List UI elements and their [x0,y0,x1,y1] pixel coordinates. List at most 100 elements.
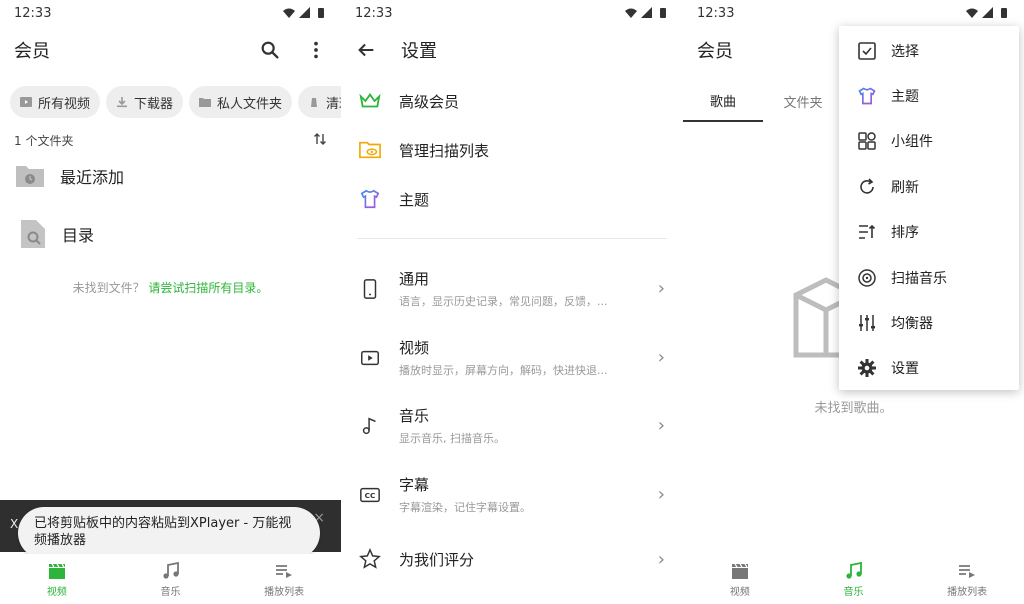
playlist-icon [274,561,294,581]
crown-icon [359,90,381,112]
app-bar: 会员 [0,28,341,72]
settings-item-subtitle[interactable]: CC 字幕 字幕渲染，记住字幕设置。 › [359,474,665,515]
search-icon[interactable] [259,39,281,61]
scan-all-link[interactable]: 请尝试扫描所有目录。 [148,281,268,295]
chip-all-videos[interactable]: 所有视频 [10,86,101,118]
closed-caption-icon: CC [359,484,381,506]
divider [357,238,667,239]
refresh-icon [857,177,877,197]
settings-item-general[interactable]: 通用 语言，显示历史记录，常见问题，反馈，... › [359,268,665,309]
wifi-icon [283,8,295,18]
sort-icon [857,222,877,242]
more-vert-icon[interactable] [305,39,327,61]
status-bar: 12:33 [341,0,683,26]
status-time: 12:33 [355,5,393,21]
signal-icon [641,7,652,18]
playlist-icon [957,561,977,581]
chevron-right-icon: › [657,484,665,505]
status-bar: 12:33 [683,0,1024,26]
video-play-icon [359,347,381,369]
menu-item-refresh[interactable]: 刷新 [839,164,1019,209]
chevron-right-icon: › [657,415,665,436]
music-library-screen: 12:33 会员 歌曲 文件夹 未找到歌曲。 选择 主题 小组件 刷新 排序 扫… [683,0,1024,604]
menu-item-equalizer[interactable]: 均衡器 [839,300,1019,345]
broom-icon [311,98,318,107]
chevron-right-icon: › [657,347,665,368]
video-icon [20,97,32,107]
sort-icon[interactable] [313,132,327,146]
settings-screen: 12:33 设置 高级会员 管理扫描列表 主题 通用 语言，显示历史记录，常见问… [341,0,683,604]
video-library-screen: 12:33 会员 所有视频 下载器 私人文件夹 清 1 个文件夹 最近添加 目录… [0,0,341,604]
status-time: 12:33 [697,5,735,21]
folder-name: 最近添加 [60,168,125,187]
nav-video[interactable]: 视频 [0,554,114,604]
settings-item-music[interactable]: 音乐 显示音乐, 扫描音乐。 › [359,405,665,446]
page-title: 会员 [697,41,733,62]
music-note-icon [844,561,864,581]
menu-item-widget[interactable]: 小组件 [839,119,1019,164]
battery-icon [660,8,666,18]
settings-item-video[interactable]: 视频 播放时显示，屏幕方向，解码，快进快退... › [359,337,665,378]
settings-item-theme[interactable]: 主题 [359,188,665,210]
menu-item-sort[interactable]: 排序 [839,210,1019,255]
nav-video[interactable]: 视频 [683,554,797,604]
status-bar: 12:33 [0,0,341,26]
folder-item-recent[interactable]: 最近添加 [14,160,124,192]
folder-name: 目录 [62,226,95,245]
battery-icon [318,8,324,18]
settings-item-scan-list[interactable]: 管理扫描列表 [359,139,665,161]
wifi-icon [966,8,978,18]
clipboard-toast: 已将剪贴板中的内容粘贴到XPlayer - 万能视频播放器 [18,507,320,559]
page-title: 会员 [14,41,50,62]
menu-item-settings[interactable]: 设置 [839,346,1019,391]
empty-songs-text: 未找到歌曲。 [814,401,893,416]
equalizer-icon [857,313,877,333]
tab-folders[interactable]: 文件夹 [763,80,843,122]
status-time: 12:33 [14,5,52,21]
clapperboard-icon [730,561,750,581]
phone-icon [359,278,381,300]
chip-downloader[interactable]: 下载器 [106,86,184,118]
signal-icon [299,7,310,18]
overflow-menu: 选择 主题 小组件 刷新 排序 扫描音乐 均衡器 设置 [839,26,1019,390]
snackbar-text-fragment: X [10,517,19,531]
folder-count-row: 1 个文件夹 [14,132,327,149]
back-arrow-icon[interactable] [355,39,377,61]
tshirt-icon [857,86,877,106]
chip-private-folder[interactable]: 私人文件夹 [189,86,293,118]
gear-icon [857,358,877,378]
nav-music[interactable]: 音乐 [797,554,911,604]
wifi-icon [625,8,637,18]
chip-cleaner[interactable]: 清理 [298,86,341,118]
bottom-nav: 视频 音乐 播放列表 [683,554,1024,604]
bottom-nav: 视频 音乐 播放列表 [0,554,341,604]
download-icon [117,97,128,108]
menu-item-select[interactable]: 选择 [839,28,1019,73]
tab-songs[interactable]: 歌曲 [683,80,763,122]
filter-chips: 所有视频 下载器 私人文件夹 清理 [10,86,341,118]
empty-hint: 未找到文件？ 请尝试扫描所有目录。 [72,281,269,295]
page-title: 设置 [401,41,437,62]
svg-text:CC: CC [365,491,376,500]
nav-music[interactable]: 音乐 [114,554,228,604]
music-note-icon [359,415,381,437]
checkbox-icon [857,41,877,61]
clapperboard-icon [47,561,67,581]
settings-item-premium[interactable]: 高级会员 [359,90,665,112]
star-outline-icon [359,548,381,570]
app-bar: 设置 [341,28,683,72]
settings-item-rate-us[interactable]: 为我们评分 › [359,548,665,570]
music-note-icon [161,561,181,581]
folder-item-directory[interactable]: 目录 [18,218,94,250]
nav-playlist[interactable]: 播放列表 [910,554,1024,604]
chevron-right-icon: › [657,548,665,570]
folder-eye-icon [359,139,381,161]
music-tabs: 歌曲 文件夹 [683,80,843,122]
signal-icon [982,7,993,18]
menu-item-scan-music[interactable]: 扫描音乐 [839,255,1019,300]
folder-count: 1 个文件夹 [14,134,74,148]
nav-playlist[interactable]: 播放列表 [227,554,341,604]
menu-item-theme[interactable]: 主题 [839,73,1019,118]
battery-icon [1001,8,1007,18]
directory-search-icon [21,220,45,248]
